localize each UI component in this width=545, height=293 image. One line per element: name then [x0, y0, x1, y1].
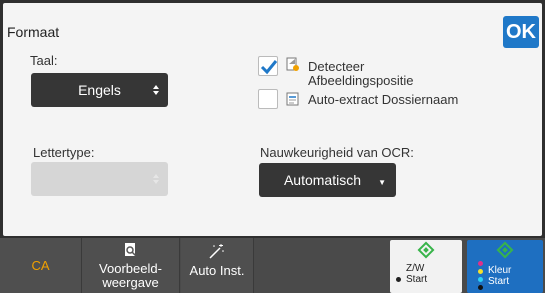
start-icon [417, 241, 435, 259]
filename-extract-icon [286, 92, 299, 106]
page-title: Formaat [7, 24, 60, 40]
font-dropdown[interactable] [31, 162, 168, 196]
black-dot-icon [396, 277, 401, 282]
font-label: Lettertype: [33, 145, 95, 160]
magenta-dot-icon [478, 261, 483, 266]
preview-label: Voorbeeld- weergave [99, 261, 162, 290]
ok-button[interactable]: OK [503, 16, 539, 48]
checkmark-icon [260, 60, 278, 75]
cyan-dot-icon [478, 277, 483, 282]
magic-wand-icon [209, 244, 224, 259]
auto-extract-label: Auto-extract Dossiernaam [308, 92, 459, 107]
chevron-down-icon: ▼ [378, 178, 386, 187]
color-start-label: Kleur Start [488, 265, 512, 287]
detect-position-label: Detecteer Afbeeldingspositie [308, 59, 414, 88]
language-label: Taal: [30, 53, 58, 68]
yellow-dot-icon [478, 269, 483, 274]
ocr-value: Automatisch [283, 172, 362, 188]
start-icon [496, 241, 514, 259]
image-position-icon [286, 57, 299, 71]
ocr-label: Nauwkeurigheid van OCR: [260, 145, 414, 160]
bw-start-label: Z/W Start [406, 263, 428, 285]
detect-position-checkbox[interactable] [258, 56, 278, 76]
auto-inst-label: Auto Inst. [189, 263, 245, 278]
preview-button[interactable]: Voorbeeld- weergave [82, 238, 180, 293]
up-down-arrows-icon [153, 174, 159, 184]
ocr-dropdown[interactable]: Automatisch ▼ [259, 163, 396, 197]
language-dropdown[interactable]: Engels [31, 73, 168, 107]
auto-extract-checkbox[interactable] [258, 89, 278, 109]
language-value: Engels [78, 82, 121, 98]
up-down-arrows-icon [153, 85, 159, 95]
auto-inst-button[interactable]: Auto Inst. [181, 238, 254, 293]
bw-start-button[interactable]: Z/W Start [390, 240, 462, 293]
ca-button[interactable]: CA [0, 238, 82, 293]
black-dot-icon [478, 285, 483, 290]
preview-icon [125, 243, 137, 257]
settings-panel [3, 3, 542, 236]
color-start-button[interactable]: Kleur Start [467, 240, 543, 293]
